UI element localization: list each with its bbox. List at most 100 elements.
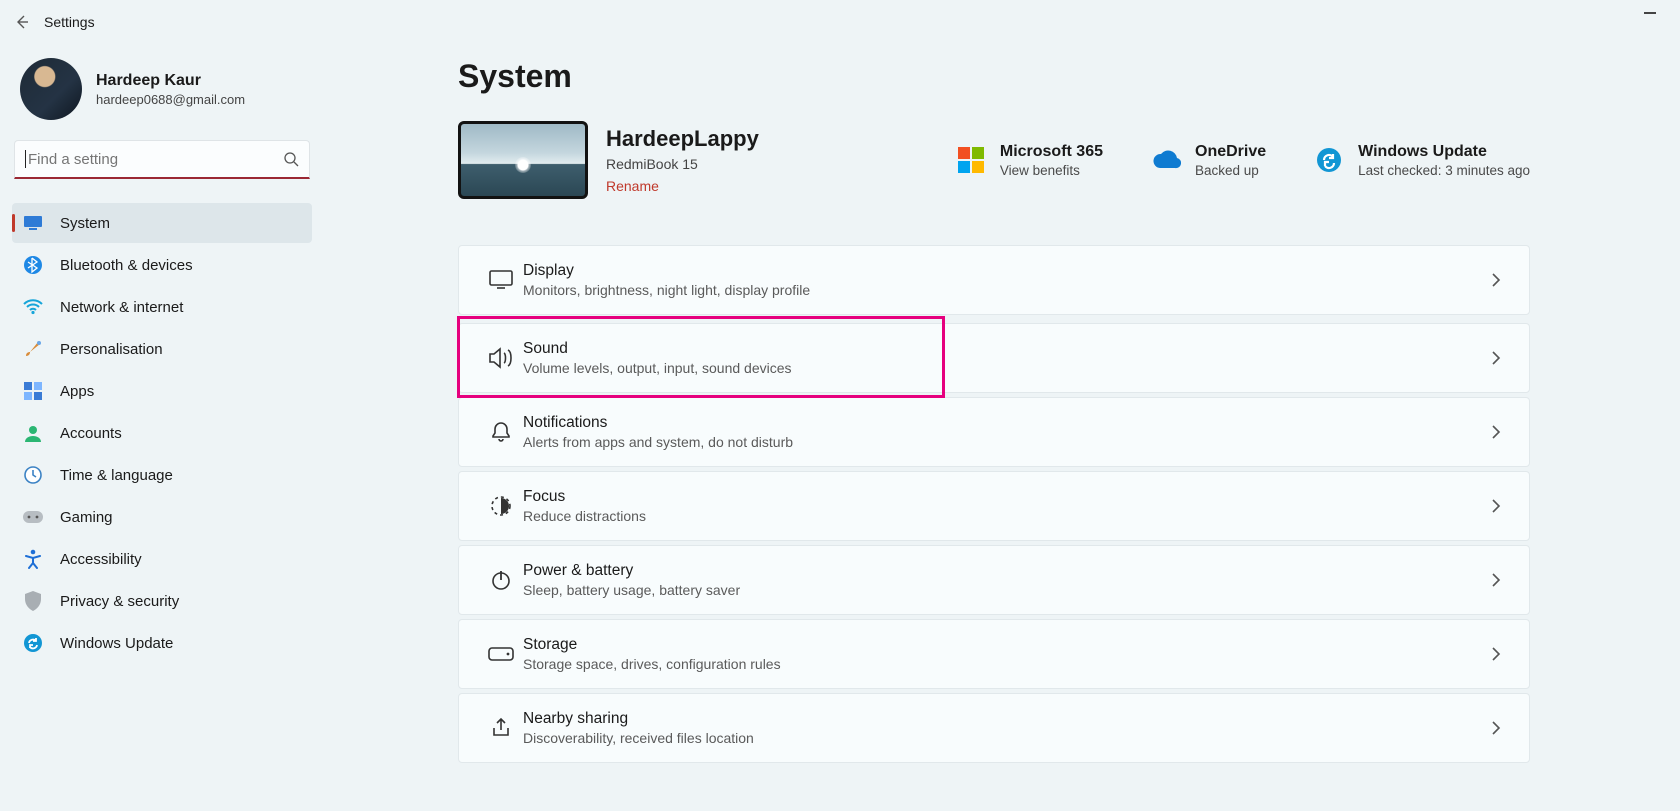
profile-block[interactable]: Hardeep Kaur hardeep0688@gmail.com [0,58,324,140]
rename-link[interactable]: Rename [606,178,759,194]
sidebar-item-system[interactable]: System [12,203,312,243]
card-title: Display [523,262,810,280]
sidebar-item-network[interactable]: Network & internet [12,287,312,327]
settings-card-focus[interactable]: Focus Reduce distractions [458,471,1530,541]
card-title: Notifications [523,414,793,432]
settings-card-power[interactable]: Power & battery Sleep, battery usage, ba… [458,545,1530,615]
sidebar-item-apps[interactable]: Apps [12,371,312,411]
search-icon [283,151,299,167]
sidebar: Hardeep Kaur hardeep0688@gmail.com Syste… [0,44,324,811]
sidebar-item-gaming[interactable]: Gaming [12,497,312,537]
back-button[interactable] [0,0,44,44]
profile-name: Hardeep Kaur [96,72,245,90]
quicklink-onedrive[interactable]: OneDrive Backed up [1151,143,1266,178]
text-caret [25,150,26,168]
window-minimize-button[interactable] [1644,12,1656,14]
content-area: System HardeepLappy RedmiBook 15 Rename [324,44,1680,811]
device-model: RedmiBook 15 [606,156,759,172]
apps-icon [22,380,44,402]
paintbrush-icon [22,338,44,360]
card-sub: Storage space, drives, configuration rul… [523,656,781,672]
system-header: HardeepLappy RedmiBook 15 Rename Microso… [458,121,1530,199]
quicklink-title: OneDrive [1195,143,1266,161]
card-title: Focus [523,488,646,506]
quicklink-sub: View benefits [1000,163,1103,178]
sidebar-item-windows-update[interactable]: Windows Update [12,623,312,663]
settings-card-display[interactable]: Display Monitors, brightness, night ligh… [458,245,1530,315]
card-sub: Reduce distractions [523,508,646,524]
sidebar-item-personalisation[interactable]: Personalisation [12,329,312,369]
sidebar-item-label: Network & internet [60,299,183,316]
update-icon [22,632,44,654]
sidebar-item-bluetooth[interactable]: Bluetooth & devices [12,245,312,285]
card-title: Sound [523,340,792,358]
storage-icon [479,647,523,661]
card-sub: Alerts from apps and system, do not dist… [523,434,793,450]
chevron-right-icon [1491,272,1501,288]
share-icon [479,717,523,739]
sidebar-item-accounts[interactable]: Accounts [12,413,312,453]
card-title: Power & battery [523,562,740,580]
card-sub: Discoverability, received files location [523,730,754,746]
shield-icon [22,590,44,612]
monitor-icon [22,212,44,234]
sidebar-item-label: Accounts [60,425,122,442]
sidebar-item-time-language[interactable]: Time & language [12,455,312,495]
chevron-right-icon [1491,572,1501,588]
chevron-right-icon [1491,350,1501,366]
device-thumbnail [458,121,588,199]
microsoft-icon [956,145,986,175]
window-title: Settings [44,14,95,30]
avatar [20,58,82,120]
sidebar-item-label: Bluetooth & devices [60,257,193,274]
quicklink-windows-update[interactable]: Windows Update Last checked: 3 minutes a… [1314,143,1530,178]
card-title: Nearby sharing [523,710,754,728]
bell-icon [479,421,523,443]
accessibility-icon [22,548,44,570]
sidebar-item-label: Personalisation [60,341,163,358]
person-icon [22,422,44,444]
quicklink-title: Windows Update [1358,143,1530,161]
card-sub: Volume levels, output, input, sound devi… [523,360,792,376]
search-box[interactable] [14,140,310,179]
search-input[interactable] [28,151,283,168]
profile-email: hardeep0688@gmail.com [96,92,245,107]
page-title: System [458,58,1530,95]
settings-card-storage[interactable]: Storage Storage space, drives, configura… [458,619,1530,689]
bluetooth-icon [22,254,44,276]
settings-card-sound[interactable]: Sound Volume levels, output, input, soun… [458,323,1530,393]
chevron-right-icon [1491,498,1501,514]
sidebar-item-label: Windows Update [60,635,173,652]
quicklink-m365[interactable]: Microsoft 365 View benefits [956,143,1103,178]
quicklink-sub: Last checked: 3 minutes ago [1358,163,1530,178]
sidebar-item-accessibility[interactable]: Accessibility [12,539,312,579]
chevron-right-icon [1491,646,1501,662]
speaker-icon [479,347,523,369]
sidebar-item-label: Privacy & security [60,593,179,610]
focus-icon [479,495,523,517]
sidebar-item-label: Time & language [60,467,173,484]
card-sub: Monitors, brightness, night light, displ… [523,282,810,298]
arrow-left-icon [14,14,30,30]
chevron-right-icon [1491,424,1501,440]
card-sub: Sleep, battery usage, battery saver [523,582,740,598]
sidebar-item-label: Gaming [60,509,113,526]
sidebar-item-label: Accessibility [60,551,142,568]
settings-card-notifications[interactable]: Notifications Alerts from apps and syste… [458,397,1530,467]
quicklink-title: Microsoft 365 [1000,143,1103,161]
device-name: HardeepLappy [606,126,759,152]
card-title: Storage [523,636,781,654]
cloud-icon [1151,145,1181,175]
chevron-right-icon [1491,720,1501,736]
titlebar: Settings [0,0,1680,44]
power-icon [479,569,523,591]
display-icon [479,270,523,290]
sidebar-item-privacy[interactable]: Privacy & security [12,581,312,621]
sidebar-nav: System Bluetooth & devices Network & int… [0,203,324,663]
settings-card-nearby[interactable]: Nearby sharing Discoverability, received… [458,693,1530,763]
gamepad-icon [22,506,44,528]
sidebar-item-label: System [60,215,110,232]
clock-globe-icon [22,464,44,486]
wifi-icon [22,296,44,318]
quicklink-sub: Backed up [1195,163,1266,178]
